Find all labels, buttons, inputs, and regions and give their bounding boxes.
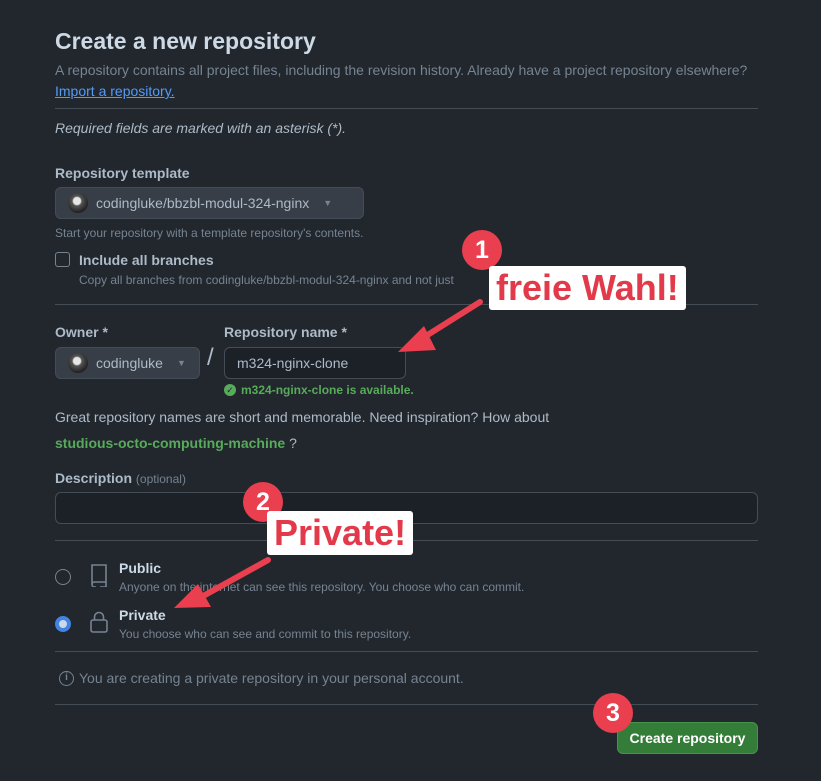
required-fields-note: Required fields are marked with an aster… bbox=[55, 120, 347, 136]
repo-name-input[interactable] bbox=[224, 347, 406, 379]
chevron-down-icon: ▼ bbox=[176, 358, 186, 368]
check-circle-icon: ✓ bbox=[224, 384, 236, 396]
private-radio[interactable] bbox=[55, 616, 71, 632]
include-branches-checkbox[interactable] bbox=[55, 252, 70, 267]
public-title[interactable]: Public bbox=[119, 560, 161, 576]
page-title: Create a new repository bbox=[55, 28, 316, 54]
owner-repo-separator: / bbox=[207, 344, 214, 371]
annotation-badge-1: 1 bbox=[462, 230, 502, 270]
public-radio[interactable] bbox=[55, 569, 71, 585]
arrow-1-line bbox=[407, 299, 483, 349]
private-description: You choose who can see and commit to thi… bbox=[119, 627, 412, 641]
owner-label: Owner * bbox=[55, 324, 108, 340]
owner-select-value: codingluke bbox=[96, 355, 163, 371]
divider-visibility bbox=[55, 651, 758, 652]
create-repository-button[interactable]: Create repository bbox=[617, 722, 758, 754]
description-label: Description (optional) bbox=[55, 470, 186, 486]
suggestion-row: studious-octo-computing-machine ? bbox=[55, 435, 297, 451]
suggestion-suffix: ? bbox=[285, 435, 297, 451]
template-hint: Start your repository with a template re… bbox=[55, 226, 364, 240]
description-optional: (optional) bbox=[135, 472, 186, 486]
info-icon: i bbox=[59, 670, 74, 686]
inspiration-text: Great repository names are short and mem… bbox=[55, 409, 550, 425]
avatar bbox=[68, 353, 88, 373]
lock-icon bbox=[90, 611, 108, 633]
import-repository-link[interactable]: Import a repository. bbox=[55, 83, 175, 99]
info-text: You are creating a private repository in… bbox=[79, 670, 464, 686]
annotation-callout-1: freie Wahl! bbox=[489, 266, 686, 310]
owner-select[interactable]: codingluke ▼ bbox=[55, 347, 200, 379]
annotation-callout-2: Private! bbox=[267, 511, 414, 555]
chevron-down-icon: ▼ bbox=[323, 198, 333, 208]
private-title[interactable]: Private bbox=[119, 607, 166, 623]
divider-bottom bbox=[55, 704, 758, 705]
repo-name-label: Repository name * bbox=[224, 324, 347, 340]
repo-icon bbox=[91, 564, 107, 587]
annotation-badge-3: 3 bbox=[593, 693, 633, 733]
include-branches-label[interactable]: Include all branches bbox=[79, 252, 214, 268]
info-row: i You are creating a private repository … bbox=[59, 670, 464, 686]
template-label: Repository template bbox=[55, 165, 190, 181]
availability-message: ✓ m324-nginx-clone is available. bbox=[224, 383, 414, 397]
template-select-value: codingluke/bbzbl-modul-324-nginx bbox=[96, 195, 310, 211]
template-select[interactable]: codingluke/bbzbl-modul-324-nginx ▼ bbox=[55, 187, 364, 219]
divider-top bbox=[55, 108, 758, 109]
availability-text: m324-nginx-clone is available. bbox=[241, 383, 414, 397]
description-label-text: Description bbox=[55, 470, 133, 486]
avatar bbox=[68, 193, 88, 213]
name-suggestion-link[interactable]: studious-octo-computing-machine bbox=[55, 435, 285, 451]
include-branches-hint: Copy all branches from codingluke/bbzbl-… bbox=[79, 273, 454, 287]
intro-text: A repository contains all project files,… bbox=[55, 60, 755, 102]
intro-description: A repository contains all project files,… bbox=[55, 62, 748, 78]
public-description: Anyone on the internet can see this repo… bbox=[119, 580, 525, 594]
